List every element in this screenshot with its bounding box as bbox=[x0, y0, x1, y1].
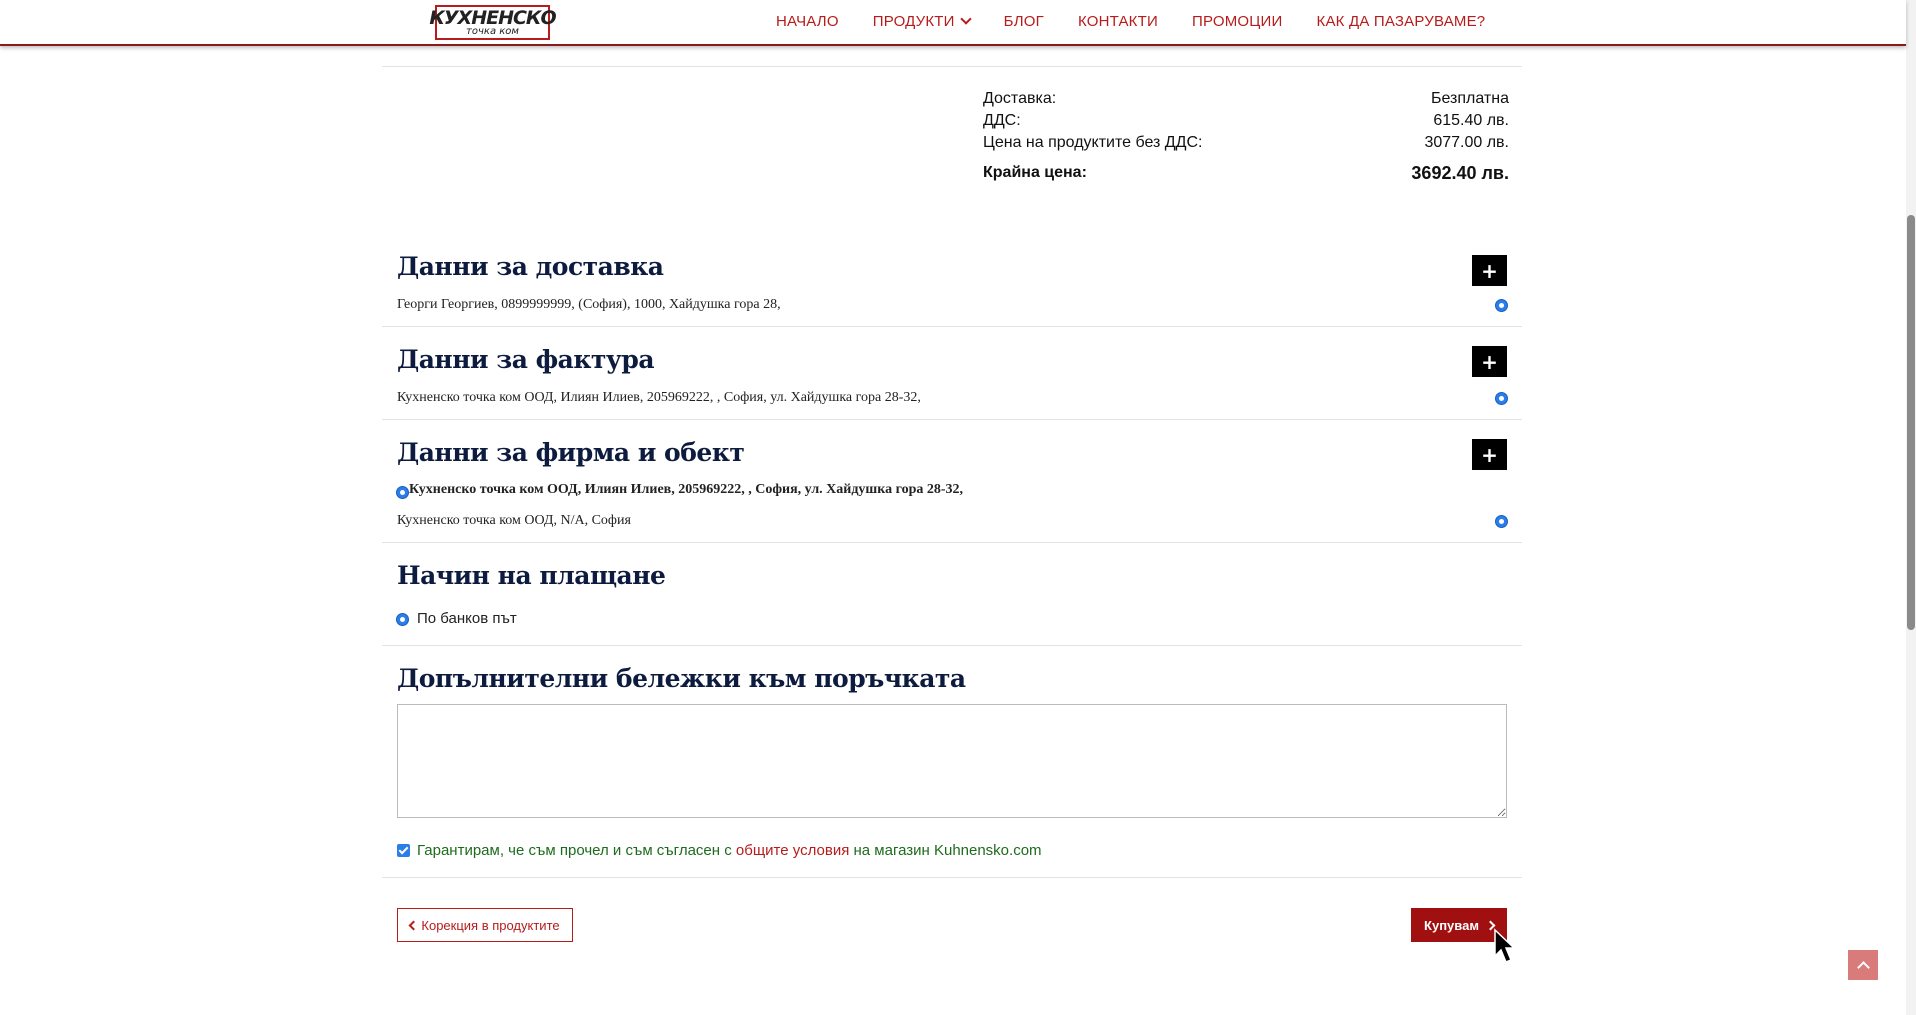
site-header: КУХНЕНСКО точка ком НАЧАЛО ПРОДУКТИ БЛОГ… bbox=[0, 0, 1906, 46]
invoice-radio[interactable] bbox=[1495, 392, 1508, 405]
nav-item-label: НАЧАЛО bbox=[776, 13, 839, 30]
order-notes-textarea[interactable] bbox=[397, 704, 1507, 818]
nav-item-label: ПРОДУКТИ bbox=[872, 13, 955, 30]
delivery-radio[interactable] bbox=[1495, 299, 1508, 312]
section-title: Начин на плащане bbox=[397, 561, 666, 590]
terms-link[interactable]: общите условия bbox=[736, 842, 849, 859]
company-radio[interactable] bbox=[1495, 515, 1508, 528]
terms-suffix: на магазин Kuhnensko.com bbox=[849, 842, 1042, 859]
terms-prefix: Гарантирам, че съм прочел и съм съгласен… bbox=[417, 842, 736, 859]
nav-item-contacts[interactable]: КОНТАКТИ bbox=[1078, 13, 1158, 30]
logo-line-2: точка ком bbox=[466, 25, 519, 37]
totals-label: Крайна цена: bbox=[983, 164, 1087, 181]
terms-checkbox[interactable] bbox=[397, 844, 410, 857]
totals-row-final: Крайна цена: 3692.40 лв. bbox=[983, 162, 1509, 184]
invoice-details: Кухненско точка ком ООД, Илиян Илиев, 20… bbox=[397, 390, 921, 405]
nav-item-home[interactable]: НАЧАЛО bbox=[776, 13, 839, 30]
terms-text: Гарантирам, че съм прочел и съм съгласен… bbox=[417, 842, 1042, 859]
mouse-cursor-icon bbox=[1494, 928, 1516, 963]
add-company-button[interactable]: + bbox=[1472, 439, 1507, 470]
company-radio-selected[interactable] bbox=[396, 486, 409, 499]
section-title: Данни за доставка bbox=[397, 252, 664, 281]
chevron-left-icon bbox=[408, 920, 419, 930]
company-details-selected: Кухненско точка ком ООД, Илиян Илиев, 20… bbox=[409, 482, 964, 497]
page-scrollbar[interactable] bbox=[1906, 0, 1916, 1015]
totals-label: Цена на продуктите без ДДС: bbox=[983, 134, 1203, 151]
back-to-products-button[interactable]: Корекция в продуктите bbox=[397, 908, 573, 942]
totals-label: Доставка: bbox=[983, 90, 1057, 107]
add-invoice-button[interactable]: + bbox=[1472, 346, 1507, 377]
logo-line-1: КУХНЕНСКО bbox=[429, 6, 556, 29]
payment-section: Начин на плащане По банков път bbox=[382, 543, 1522, 646]
totals-value: Безплатна bbox=[1431, 90, 1509, 107]
totals-row-vat: ДДС: 615.40 лв. bbox=[983, 110, 1509, 132]
section-title: Данни за фирма и обект bbox=[397, 438, 745, 467]
nav-item-label: ПРОМОЦИИ bbox=[1191, 13, 1283, 30]
company-section: Данни за фирма и обект + Кухненско точка… bbox=[382, 420, 1522, 543]
main-nav: НАЧАЛО ПРОДУКТИ БЛОГ КОНТАКТИ ПРОМОЦИИ К… bbox=[776, 13, 1485, 30]
nav-item-label: КОНТАКТИ bbox=[1077, 13, 1158, 30]
payment-radio-bank[interactable] bbox=[396, 613, 409, 626]
totals-value: 3077.00 лв. bbox=[1424, 134, 1509, 151]
chevron-up-icon bbox=[1856, 961, 1870, 974]
payment-option-label: По банков път bbox=[417, 610, 517, 627]
section-title: Данни за фактура bbox=[397, 345, 655, 374]
nav-item-how-to-shop[interactable]: КАК ДА ПАЗАРУВАМЕ? bbox=[1317, 13, 1486, 30]
totals-row-net: Цена на продуктите без ДДС: 3077.00 лв. bbox=[983, 132, 1509, 154]
divider bbox=[382, 877, 1522, 878]
add-delivery-button[interactable]: + bbox=[1472, 255, 1507, 286]
scroll-to-top-button[interactable] bbox=[1848, 950, 1878, 980]
company-details: Кухненско точка ком ООД, N/A, София bbox=[397, 513, 631, 528]
delivery-address: Георги Георгиев, 0899999999, (София), 10… bbox=[397, 297, 781, 312]
totals-row-delivery: Доставка: Безплатна bbox=[983, 88, 1509, 110]
chevron-down-icon bbox=[959, 13, 972, 25]
back-button-label: Корекция в продуктите bbox=[421, 917, 560, 933]
buy-button-label: Купувам bbox=[1424, 917, 1479, 933]
nav-item-blog[interactable]: БЛОГ bbox=[1004, 13, 1044, 30]
notes-title: Допълнителни бележки към поръчката bbox=[397, 664, 966, 693]
nav-item-promotions[interactable]: ПРОМОЦИИ bbox=[1192, 13, 1283, 30]
nav-item-label: БЛОГ bbox=[1003, 13, 1044, 30]
totals-value: 615.40 лв. bbox=[1433, 112, 1509, 129]
divider bbox=[382, 66, 1522, 67]
invoice-section: Данни за фактура + Кухненско точка ком О… bbox=[382, 327, 1522, 420]
delivery-section: Данни за доставка + Георги Георгиев, 089… bbox=[382, 238, 1522, 327]
totals-value: 3692.40 лв. bbox=[1411, 163, 1509, 183]
site-logo[interactable]: КУХНЕНСКО точка ком bbox=[429, 5, 557, 40]
totals-label: ДДС: bbox=[983, 112, 1021, 129]
nav-item-products[interactable]: ПРОДУКТИ bbox=[872, 13, 972, 30]
scrollbar-thumb[interactable] bbox=[1907, 215, 1915, 630]
order-totals: Доставка: Безплатна ДДС: 615.40 лв. Цена… bbox=[983, 88, 1509, 184]
nav-item-label: КАК ДА ПАЗАРУВАМЕ? bbox=[1316, 13, 1486, 30]
